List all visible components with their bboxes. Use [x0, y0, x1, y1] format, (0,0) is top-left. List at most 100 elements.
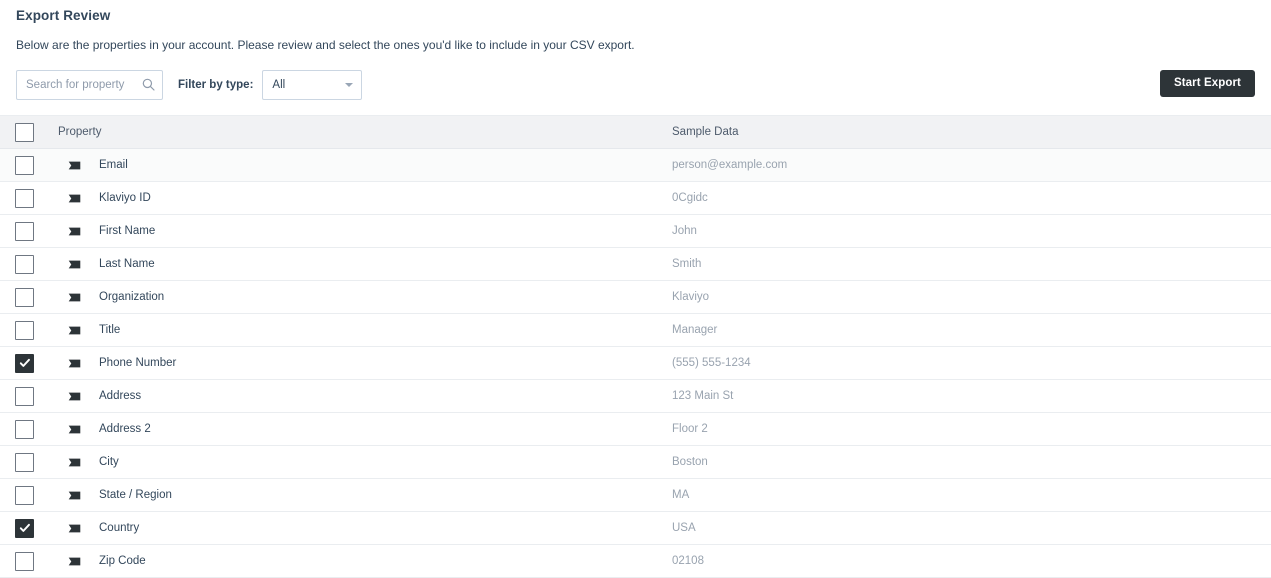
row-sample-data: 02108 [672, 555, 704, 567]
row-checkbox[interactable] [15, 452, 34, 472]
table-row[interactable]: Klaviyo ID 0Cgidc [0, 182, 1271, 215]
row-sample-data: person@example.com [672, 159, 788, 171]
property-tag-icon [68, 326, 81, 334]
property-tag-icon [68, 192, 81, 205]
row-select-cell [0, 287, 56, 307]
row-property-cell: Address 2 [56, 423, 672, 436]
property-tag-icon [68, 390, 81, 403]
row-select-cell [0, 452, 56, 472]
row-property-name: Klaviyo ID [99, 192, 151, 204]
table-row[interactable]: Address 123 Main St [0, 380, 1271, 413]
table-row[interactable]: Zip Code 02108 [0, 545, 1271, 578]
row-checkbox[interactable] [15, 419, 34, 439]
row-property-name: Zip Code [99, 555, 146, 567]
row-checkbox[interactable] [15, 287, 34, 307]
row-checkbox[interactable] [15, 386, 34, 406]
page-title: Export Review [16, 8, 111, 23]
table-row[interactable]: Country USA [0, 512, 1271, 545]
row-checkbox[interactable] [15, 320, 34, 340]
property-tag-icon [68, 555, 81, 568]
property-tag-icon [68, 159, 81, 172]
table-row[interactable]: State / Region MA [0, 479, 1271, 512]
row-checkbox[interactable] [15, 221, 34, 241]
row-select-cell [0, 221, 56, 241]
row-property-cell: City [56, 456, 672, 469]
column-header-property: Property [58, 126, 102, 138]
row-property-name: Phone Number [99, 357, 177, 369]
check-icon [19, 523, 30, 532]
property-tag-icon [68, 291, 81, 304]
property-tag-icon [68, 225, 81, 238]
start-export-button[interactable]: Start Export [1159, 70, 1255, 97]
row-checkbox[interactable] [15, 485, 34, 505]
row-property-cell: Organization [56, 291, 672, 304]
property-tag-icon [68, 161, 81, 169]
table-row[interactable]: Title Manager [0, 314, 1271, 347]
row-property-name: Organization [99, 291, 165, 303]
row-sample-data: Floor 2 [672, 423, 708, 435]
table-row[interactable]: Last Name Smith [0, 248, 1271, 281]
property-tag-icon [68, 489, 81, 502]
table-row[interactable]: Organization Klaviyo [0, 281, 1271, 314]
row-property-name: Address 2 [99, 423, 151, 435]
filter-by-type-label: Filter by type: [178, 79, 254, 91]
header-property-cell: Property [56, 126, 672, 138]
row-select-cell [0, 518, 56, 538]
row-property-name: Country [99, 522, 140, 534]
property-tag-icon [68, 227, 81, 235]
row-checkbox[interactable] [15, 254, 34, 274]
header-select-all-cell [0, 122, 56, 142]
row-property-name: City [99, 456, 119, 468]
row-sample-data: (555) 555-1234 [672, 357, 751, 369]
row-checkbox[interactable] [15, 155, 34, 175]
row-property-cell: First Name [56, 225, 672, 238]
row-select-cell [0, 155, 56, 175]
page-subtitle: Below are the properties in your account… [16, 38, 635, 52]
table-row[interactable]: Address 2 Floor 2 [0, 413, 1271, 446]
table-row[interactable]: City Boston [0, 446, 1271, 479]
select-all-checkbox[interactable] [15, 122, 34, 142]
toolbar: Filter by type: All Start Export [0, 70, 1271, 100]
row-select-cell [0, 320, 56, 340]
row-checkbox[interactable] [15, 551, 34, 571]
row-select-cell [0, 419, 56, 439]
row-property-name: Last Name [99, 258, 155, 270]
row-sample-data: 123 Main St [672, 390, 734, 402]
row-select-cell [0, 188, 56, 208]
search-input[interactable] [16, 70, 163, 100]
row-property-cell: Address [56, 390, 672, 403]
row-sample-data: Manager [672, 324, 718, 336]
property-tag-icon [68, 258, 81, 271]
row-property-cell: Title [56, 324, 672, 337]
property-tag-icon [68, 357, 81, 370]
row-sample-data: 0Cgidc [672, 192, 708, 204]
property-tag-icon [68, 425, 81, 433]
row-property-name: State / Region [99, 489, 172, 501]
row-sample-data: USA [672, 522, 696, 534]
row-select-cell [0, 254, 56, 274]
row-property-cell: Zip Code [56, 555, 672, 568]
property-tag-icon [68, 456, 81, 469]
row-select-cell [0, 485, 56, 505]
row-property-name: Email [99, 159, 128, 171]
row-sample-data: John [672, 225, 697, 237]
table-header-row: Property Sample Data [0, 116, 1271, 149]
table-row[interactable]: First Name John [0, 215, 1271, 248]
table-row[interactable]: Phone Number (555) 555-1234 [0, 347, 1271, 380]
property-tag-icon [68, 324, 81, 337]
row-checkbox[interactable] [15, 188, 34, 208]
property-tag-icon [68, 491, 81, 499]
row-property-cell: Country [56, 522, 672, 535]
row-checkbox[interactable] [15, 353, 34, 373]
row-property-cell: Last Name [56, 258, 672, 271]
filter-type-select[interactable]: All [262, 70, 363, 100]
row-checkbox[interactable] [15, 518, 34, 538]
row-sample-data: Boston [672, 456, 708, 468]
row-property-cell: State / Region [56, 489, 672, 502]
row-sample-data: MA [672, 489, 690, 501]
row-select-cell [0, 353, 56, 373]
row-property-name: First Name [99, 225, 156, 237]
table-row[interactable]: Email person@example.com [0, 149, 1271, 182]
property-tag-icon [68, 423, 81, 436]
property-tag-icon [68, 194, 81, 202]
